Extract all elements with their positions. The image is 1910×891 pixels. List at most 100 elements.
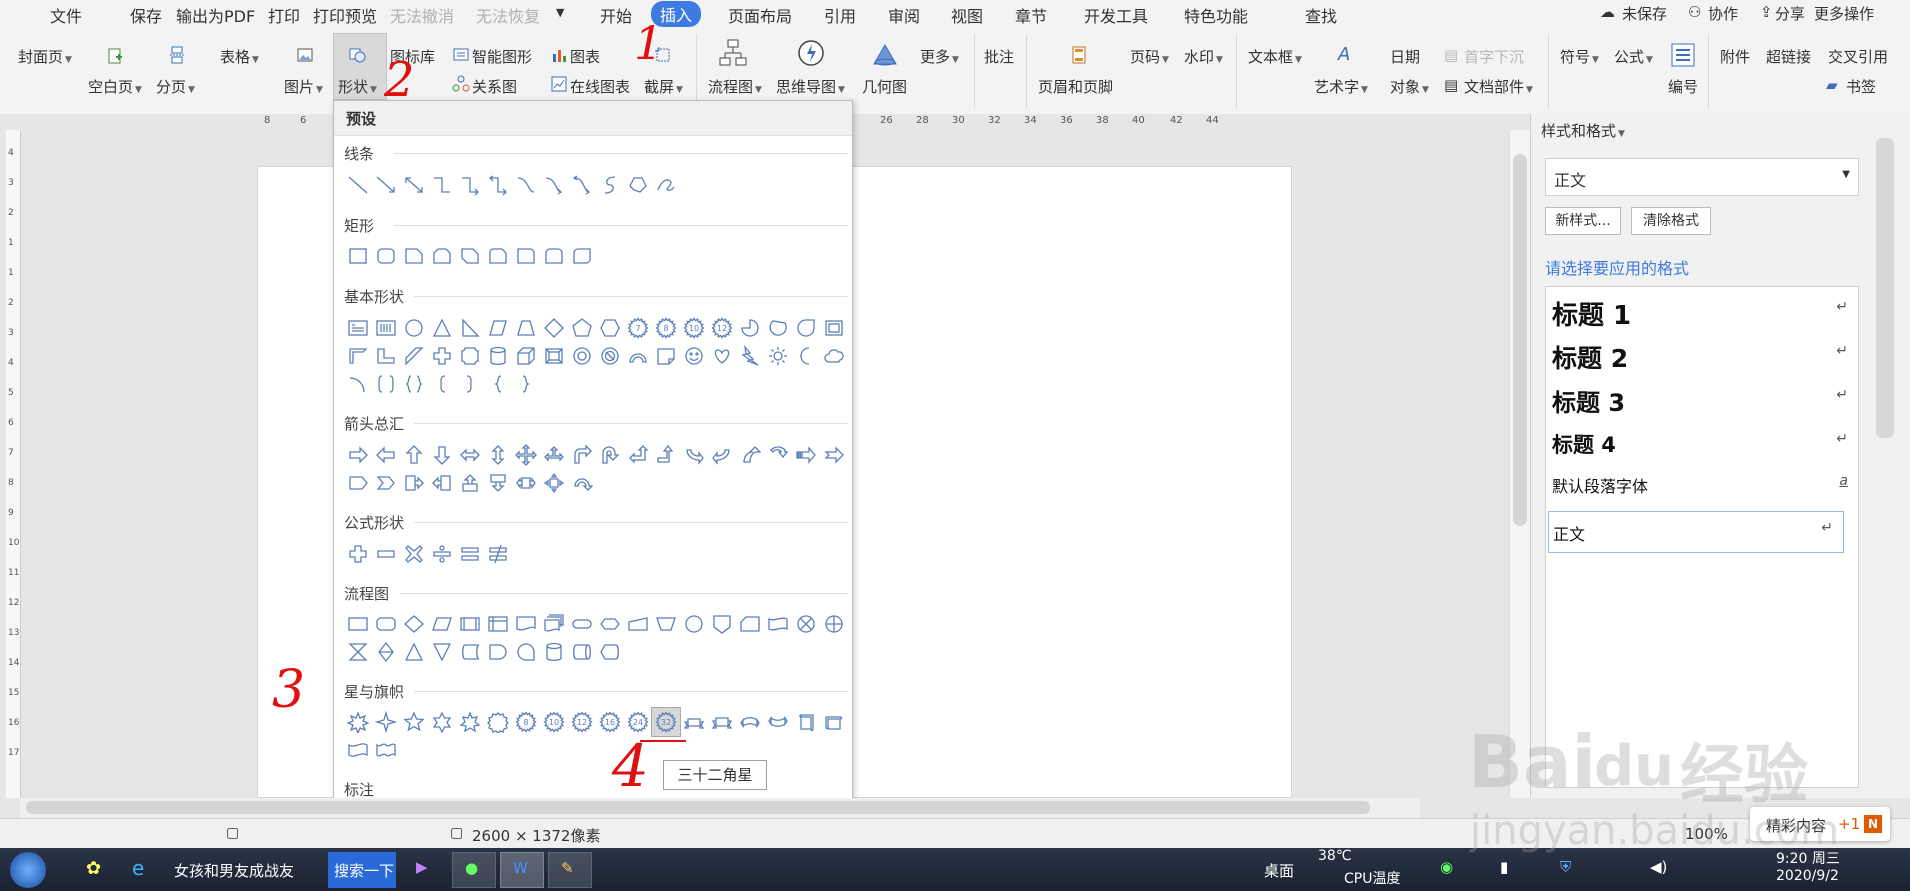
tab-home[interactable]: 开始 xyxy=(600,3,632,27)
shape-curvedribbondown-icon[interactable] xyxy=(764,708,792,736)
shape-frame-icon[interactable] xyxy=(820,314,848,342)
shape-star5-icon[interactable] xyxy=(400,708,428,736)
shape-homeplate-icon[interactable] xyxy=(344,469,372,497)
tab-developer[interactable]: 开发工具 xyxy=(1084,3,1148,27)
shape-storeddata-icon[interactable] xyxy=(456,638,484,666)
ie-icon[interactable]: e xyxy=(132,856,144,880)
page-break-button[interactable]: 分页 ▼ xyxy=(156,76,195,97)
shape-curve-icon[interactable] xyxy=(512,171,540,199)
shape-leftup-icon[interactable] xyxy=(624,441,652,469)
volume-icon[interactable]: ◀) xyxy=(1650,858,1667,876)
shape-or-icon[interactable] xyxy=(820,610,848,638)
shape-sumjunction-icon[interactable] xyxy=(792,610,820,638)
shape-lrcallout-icon[interactable] xyxy=(512,469,540,497)
shape-quadarrow-icon[interactable] xyxy=(512,441,540,469)
shape-curvedribbonup-icon[interactable] xyxy=(736,708,764,736)
shape-dblarrow-icon[interactable] xyxy=(400,171,428,199)
style-item-h3[interactable]: 标题 3 ↵ xyxy=(1546,375,1858,419)
shape-curvedl-icon[interactable] xyxy=(708,441,736,469)
panel-scroll-thumb[interactable] xyxy=(1876,138,1894,438)
shape-collate-icon[interactable] xyxy=(344,638,372,666)
taskbar-window[interactable]: 女孩和男友成战友 xyxy=(174,860,294,881)
shape-diamond-icon[interactable] xyxy=(540,314,568,342)
hscroll-thumb[interactable] xyxy=(26,801,1370,814)
shape-button[interactable]: 形状 ▼ xyxy=(338,76,377,97)
shape-lrarrow-icon[interactable] xyxy=(456,441,484,469)
scroll-thumb[interactable] xyxy=(1513,154,1527,526)
shape-sun-icon[interactable] xyxy=(764,342,792,370)
chevron-down-icon[interactable]: ▼ xyxy=(556,6,564,19)
shape-cloud-icon[interactable] xyxy=(820,342,848,370)
online-chart-button[interactable]: 在线图表 xyxy=(570,76,630,97)
tab-features[interactable]: 特色功能 xyxy=(1184,3,1248,27)
shape-stripedr-icon[interactable] xyxy=(792,441,820,469)
shape-darrow-icon[interactable] xyxy=(428,441,456,469)
shape-elbowarrow-icon[interactable] xyxy=(456,171,484,199)
clear-format-button[interactable]: 清除格式 xyxy=(1631,207,1711,235)
current-style-select[interactable]: 正文 ▼ xyxy=(1545,158,1859,196)
shape-rrect-icon[interactable] xyxy=(372,242,400,270)
shape-divide-icon[interactable] xyxy=(428,540,456,568)
shape-dblbrace-icon[interactable] xyxy=(400,370,428,398)
shape-larrow-icon[interactable] xyxy=(372,441,400,469)
attachment-button[interactable]: 附件 xyxy=(1720,46,1750,67)
shape-chevron-icon[interactable] xyxy=(372,469,400,497)
picture-button[interactable]: 图片 ▼ xyxy=(284,76,323,97)
menu-redo[interactable]: 无法恢复 xyxy=(476,3,540,27)
table-button[interactable]: 表格 ▼ xyxy=(220,46,259,67)
style-item-h1[interactable]: 标题 1 ↵ xyxy=(1546,287,1858,331)
shape-terminator-icon[interactable] xyxy=(568,610,596,638)
shape-internal-icon[interactable] xyxy=(484,610,512,638)
shape-freeform-icon[interactable] xyxy=(624,171,652,199)
taskbar-app-green[interactable]: ● xyxy=(452,852,496,888)
shape-lbrace-icon[interactable] xyxy=(484,370,512,398)
shape-chord-icon[interactable] xyxy=(764,314,792,342)
shape-star7-icon[interactable] xyxy=(456,708,484,736)
shape-S1-icon[interactable]: 10 xyxy=(540,708,568,736)
numbering-button[interactable]: 编号 xyxy=(1668,76,1698,97)
shape-process-icon[interactable] xyxy=(344,610,372,638)
shape-lbracket-icon[interactable] xyxy=(428,370,456,398)
shape-lrup-icon[interactable] xyxy=(540,441,568,469)
mindmap-button[interactable]: 思维导图 ▼ xyxy=(776,76,845,97)
shape-star6-icon[interactable] xyxy=(428,708,456,736)
shape-smiley-icon[interactable] xyxy=(680,342,708,370)
style-item-default-font[interactable]: 默认段落字体 a xyxy=(1546,463,1858,503)
tab-references[interactable]: 引用 xyxy=(824,3,856,27)
more-button[interactable]: 更多 ▼ xyxy=(920,46,959,67)
shape-dblwave-icon[interactable] xyxy=(372,736,400,764)
collab-button[interactable]: 协作 xyxy=(1708,3,1738,24)
cover-page-button[interactable]: 封面页 ▼ xyxy=(18,46,72,67)
shape-multiply-icon[interactable] xyxy=(400,540,428,568)
unsaved-status[interactable]: 未保存 xyxy=(1622,3,1667,24)
shape-teardrop-icon[interactable] xyxy=(792,314,820,342)
shape-textbox-icon[interactable] xyxy=(344,314,372,342)
shape-predefined-icon[interactable] xyxy=(456,610,484,638)
header-footer-button[interactable]: 页眉和页脚 xyxy=(1038,76,1113,97)
shape-curvearrow-icon[interactable] xyxy=(540,171,568,199)
shape-equal-icon[interactable] xyxy=(456,540,484,568)
shape-seqaccess-icon[interactable] xyxy=(512,638,540,666)
shape-nosymbol-icon[interactable] xyxy=(596,342,624,370)
shape-line-icon[interactable] xyxy=(344,171,372,199)
shape-udarrow-icon[interactable] xyxy=(484,441,512,469)
menu-export-pdf[interactable]: 输出为PDF xyxy=(176,3,255,27)
player-icon[interactable]: ▶ xyxy=(416,858,428,876)
shape-uarrow-icon[interactable] xyxy=(400,441,428,469)
shape-rndd-icon[interactable] xyxy=(568,242,596,270)
shape-document-icon[interactable] xyxy=(512,610,540,638)
shape-rnd1-icon[interactable] xyxy=(512,242,540,270)
shape-N0-icon[interactable]: 7 xyxy=(624,314,652,342)
doc-parts-button[interactable]: 文档部件 ▼ xyxy=(1464,76,1533,97)
shape-display-icon[interactable] xyxy=(596,638,624,666)
shape-snip2-icon[interactable] xyxy=(428,242,456,270)
shape-circarrow-icon[interactable] xyxy=(568,469,596,497)
shape-rtriangle-icon[interactable] xyxy=(456,314,484,342)
shape-arrowline-icon[interactable] xyxy=(372,171,400,199)
shape-scribble-icon[interactable] xyxy=(652,171,680,199)
shape-dcallout-icon[interactable] xyxy=(484,469,512,497)
shape-curvedd-icon[interactable] xyxy=(764,441,792,469)
shape-bentup-icon[interactable] xyxy=(652,441,680,469)
shape-donut-icon[interactable] xyxy=(568,342,596,370)
shape-hscroll-icon[interactable] xyxy=(820,708,848,736)
